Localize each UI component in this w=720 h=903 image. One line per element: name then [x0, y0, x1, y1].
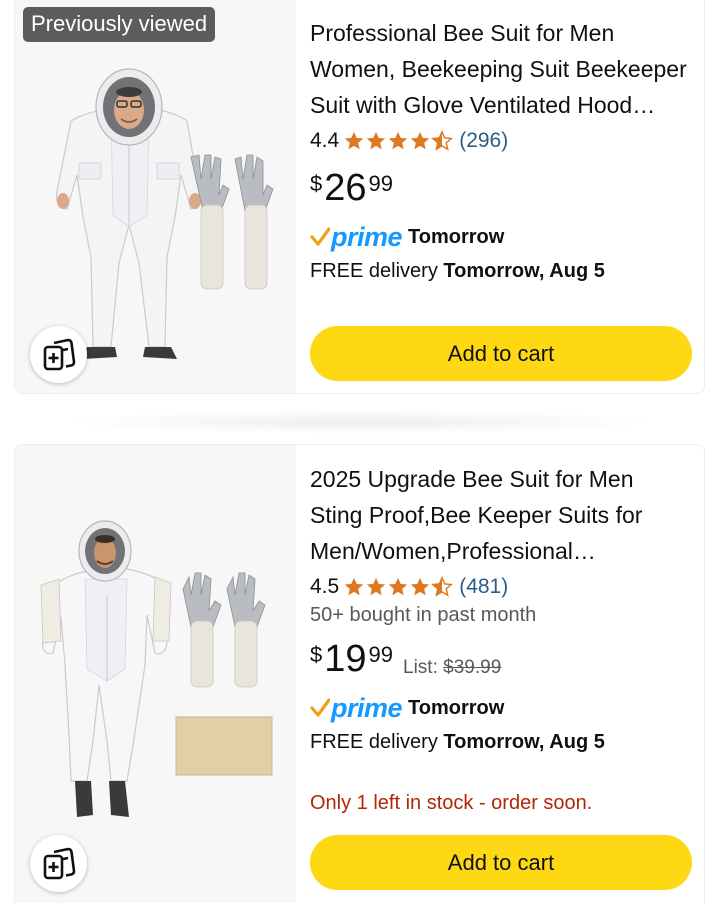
delivery-prefix: FREE delivery	[310, 731, 438, 753]
product-title[interactable]: 2025 Upgrade Bee Suit for Men Sting Proo…	[310, 461, 692, 569]
compare-button[interactable]	[30, 326, 87, 383]
half-star-icon	[431, 130, 454, 151]
storage-bag-image	[175, 716, 273, 776]
bought-count: 50+ bought in past month	[310, 604, 537, 626]
delivery-date: Tomorrow, Aug 5	[443, 731, 605, 753]
compare-button[interactable]	[30, 835, 87, 892]
prime-badge: prime Tomorrow	[310, 693, 692, 723]
product-title[interactable]: Professional Bee Suit for Men Women, Bee…	[310, 15, 692, 123]
delivery-prefix: FREE delivery	[310, 260, 438, 282]
star-icon	[389, 131, 408, 150]
star-icon	[345, 577, 364, 596]
stock-warning: Only 1 left in stock - order soon.	[310, 792, 593, 814]
price-currency: $	[310, 171, 323, 196]
list-price-label: List:	[403, 657, 438, 678]
prime-logo: prime	[331, 221, 403, 252]
product-info: Professional Bee Suit for Men Women, Bee…	[310, 15, 692, 283]
list-price: List: $39.99	[403, 657, 501, 679]
price: $ 19 99 List: $39.99	[310, 637, 692, 683]
product-card[interactable]: Previously viewed Professional Bee Suit …	[14, 0, 705, 394]
rating-row[interactable]: 4.5 (481)	[310, 572, 692, 602]
product-card[interactable]: 2025 Upgrade Bee Suit for Men Sting Proo…	[14, 444, 705, 903]
review-count[interactable]: (481)	[459, 575, 508, 599]
star-icon	[367, 577, 386, 596]
star-icon	[367, 131, 386, 150]
product-info: 2025 Upgrade Bee Suit for Men Sting Proo…	[310, 461, 692, 815]
compare-icon	[43, 847, 75, 879]
price-fraction: 99	[368, 171, 394, 196]
price: $ 26 99	[310, 166, 692, 212]
rating-value: 4.4	[310, 129, 340, 152]
rating-row[interactable]: 4.4 (296)	[310, 126, 692, 156]
prime-delivery-day: Tomorrow	[408, 225, 505, 248]
compare-icon	[43, 338, 75, 370]
star-icon	[411, 577, 430, 596]
review-count[interactable]: (296)	[459, 129, 508, 153]
gloves-image	[190, 154, 274, 290]
delivery-date: Tomorrow, Aug 5	[443, 260, 605, 282]
prime-logo: prime	[331, 692, 403, 723]
list-price-value: $39.99	[443, 657, 502, 678]
rating-value: 4.5	[310, 575, 340, 598]
product-image-panel[interactable]	[15, 445, 296, 903]
previously-viewed-badge: Previously viewed	[23, 7, 216, 42]
star-icon	[411, 131, 430, 150]
prime-badge: prime Tomorrow	[310, 222, 692, 252]
price-currency: $	[310, 642, 323, 667]
prime-check-icon	[310, 698, 330, 717]
gloves-image	[182, 572, 266, 688]
delivery-info: FREE delivery Tomorrow, Aug 5	[310, 260, 692, 283]
prime-check-icon	[310, 227, 330, 246]
price-fraction: 99	[368, 642, 394, 667]
price-whole: 26	[324, 167, 367, 209]
section-divider	[60, 410, 660, 434]
star-icon	[389, 577, 408, 596]
star-rating[interactable]	[343, 576, 454, 598]
star-rating[interactable]	[343, 130, 454, 152]
add-to-cart-button[interactable]: Add to cart	[310, 835, 692, 890]
prime-delivery-day: Tomorrow	[408, 696, 505, 719]
star-icon	[345, 131, 364, 150]
delivery-info: FREE delivery Tomorrow, Aug 5	[310, 731, 692, 754]
half-star-icon	[431, 576, 454, 597]
add-to-cart-button[interactable]: Add to cart	[310, 326, 692, 381]
price-whole: 19	[324, 638, 367, 680]
product-image-panel[interactable]: Previously viewed	[15, 0, 296, 393]
